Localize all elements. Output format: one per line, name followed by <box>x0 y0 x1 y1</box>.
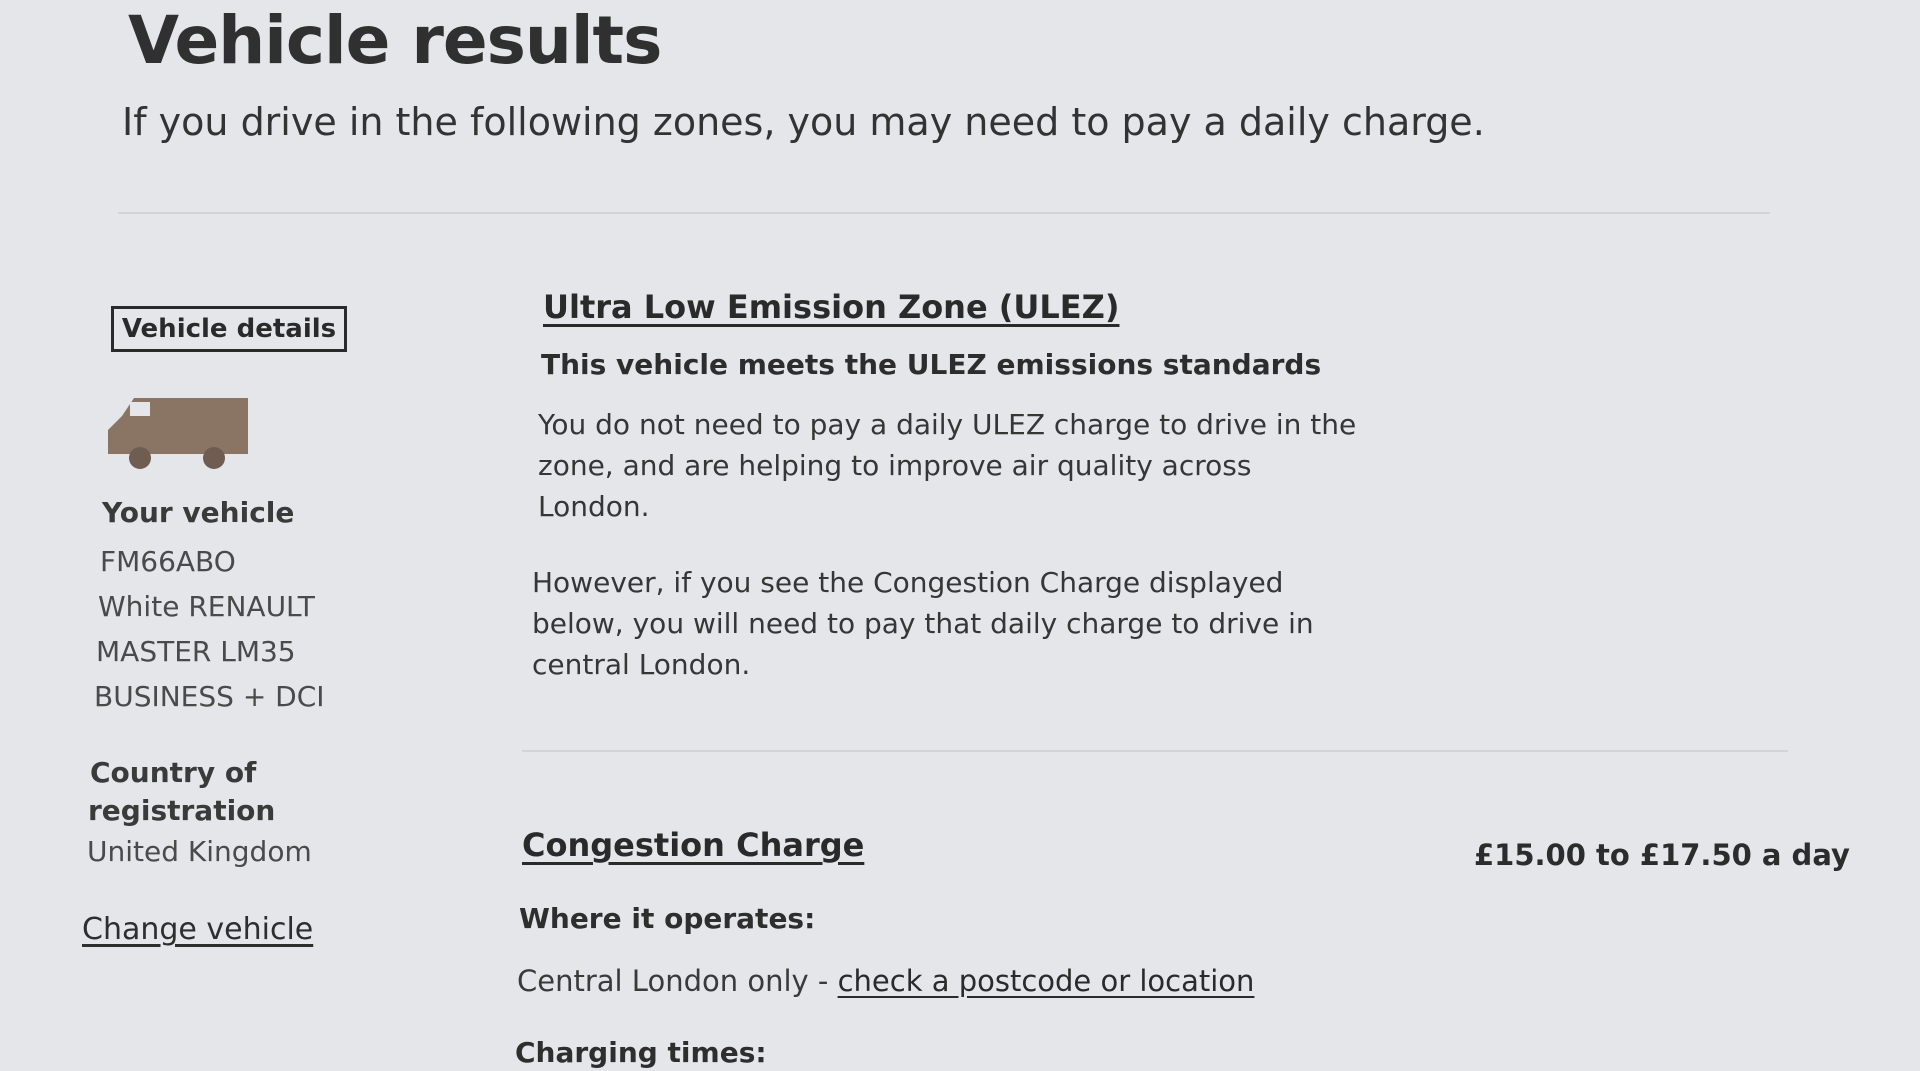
vehicle-registration: FM66ABO <box>100 545 236 578</box>
country-label-line1: Country of <box>90 756 257 789</box>
vehicle-trim: BUSINESS + DCI <box>94 680 325 713</box>
page-title: Vehicle results <box>128 2 662 79</box>
check-postcode-link[interactable]: check a postcode or location <box>838 964 1255 998</box>
where-operates-text: Central London only - check a postcode o… <box>517 964 1254 998</box>
ulez-body-2: However, if you see the Congestion Charg… <box>532 566 1314 681</box>
congestion-price: £15.00 to £17.50 a day <box>1474 838 1850 872</box>
vehicle-model: MASTER LM35 <box>96 635 296 668</box>
ulez-body-1: You do not need to pay a daily ULEZ char… <box>538 408 1357 523</box>
section-divider-2 <box>522 750 1788 752</box>
page-subtitle: If you drive in the following zones, you… <box>122 100 1485 144</box>
van-window <box>130 402 150 416</box>
your-vehicle-label: Your vehicle <box>102 496 295 529</box>
van-icon <box>108 398 248 469</box>
ulez-title[interactable]: Ultra Low Emission Zone (ULEZ) <box>543 288 1119 326</box>
vehicle-details-tag: Vehicle details <box>111 306 347 352</box>
ulez-status: This vehicle meets the ULEZ emissions st… <box>541 348 1322 381</box>
van-body <box>108 398 248 454</box>
country-label-line2: registration <box>88 794 276 827</box>
change-vehicle-link[interactable]: Change vehicle <box>82 912 313 947</box>
section-divider <box>118 212 1770 214</box>
charging-times-label: Charging times: <box>515 1036 767 1069</box>
country-value: United Kingdom <box>87 835 312 868</box>
where-operates-value: Central London only - <box>517 964 838 998</box>
van-front-wheel <box>203 447 225 469</box>
van-rear-wheel <box>129 447 151 469</box>
congestion-title[interactable]: Congestion Charge <box>522 826 864 864</box>
where-operates-label: Where it operates: <box>519 902 816 935</box>
vehicle-make: White RENAULT <box>98 590 315 623</box>
